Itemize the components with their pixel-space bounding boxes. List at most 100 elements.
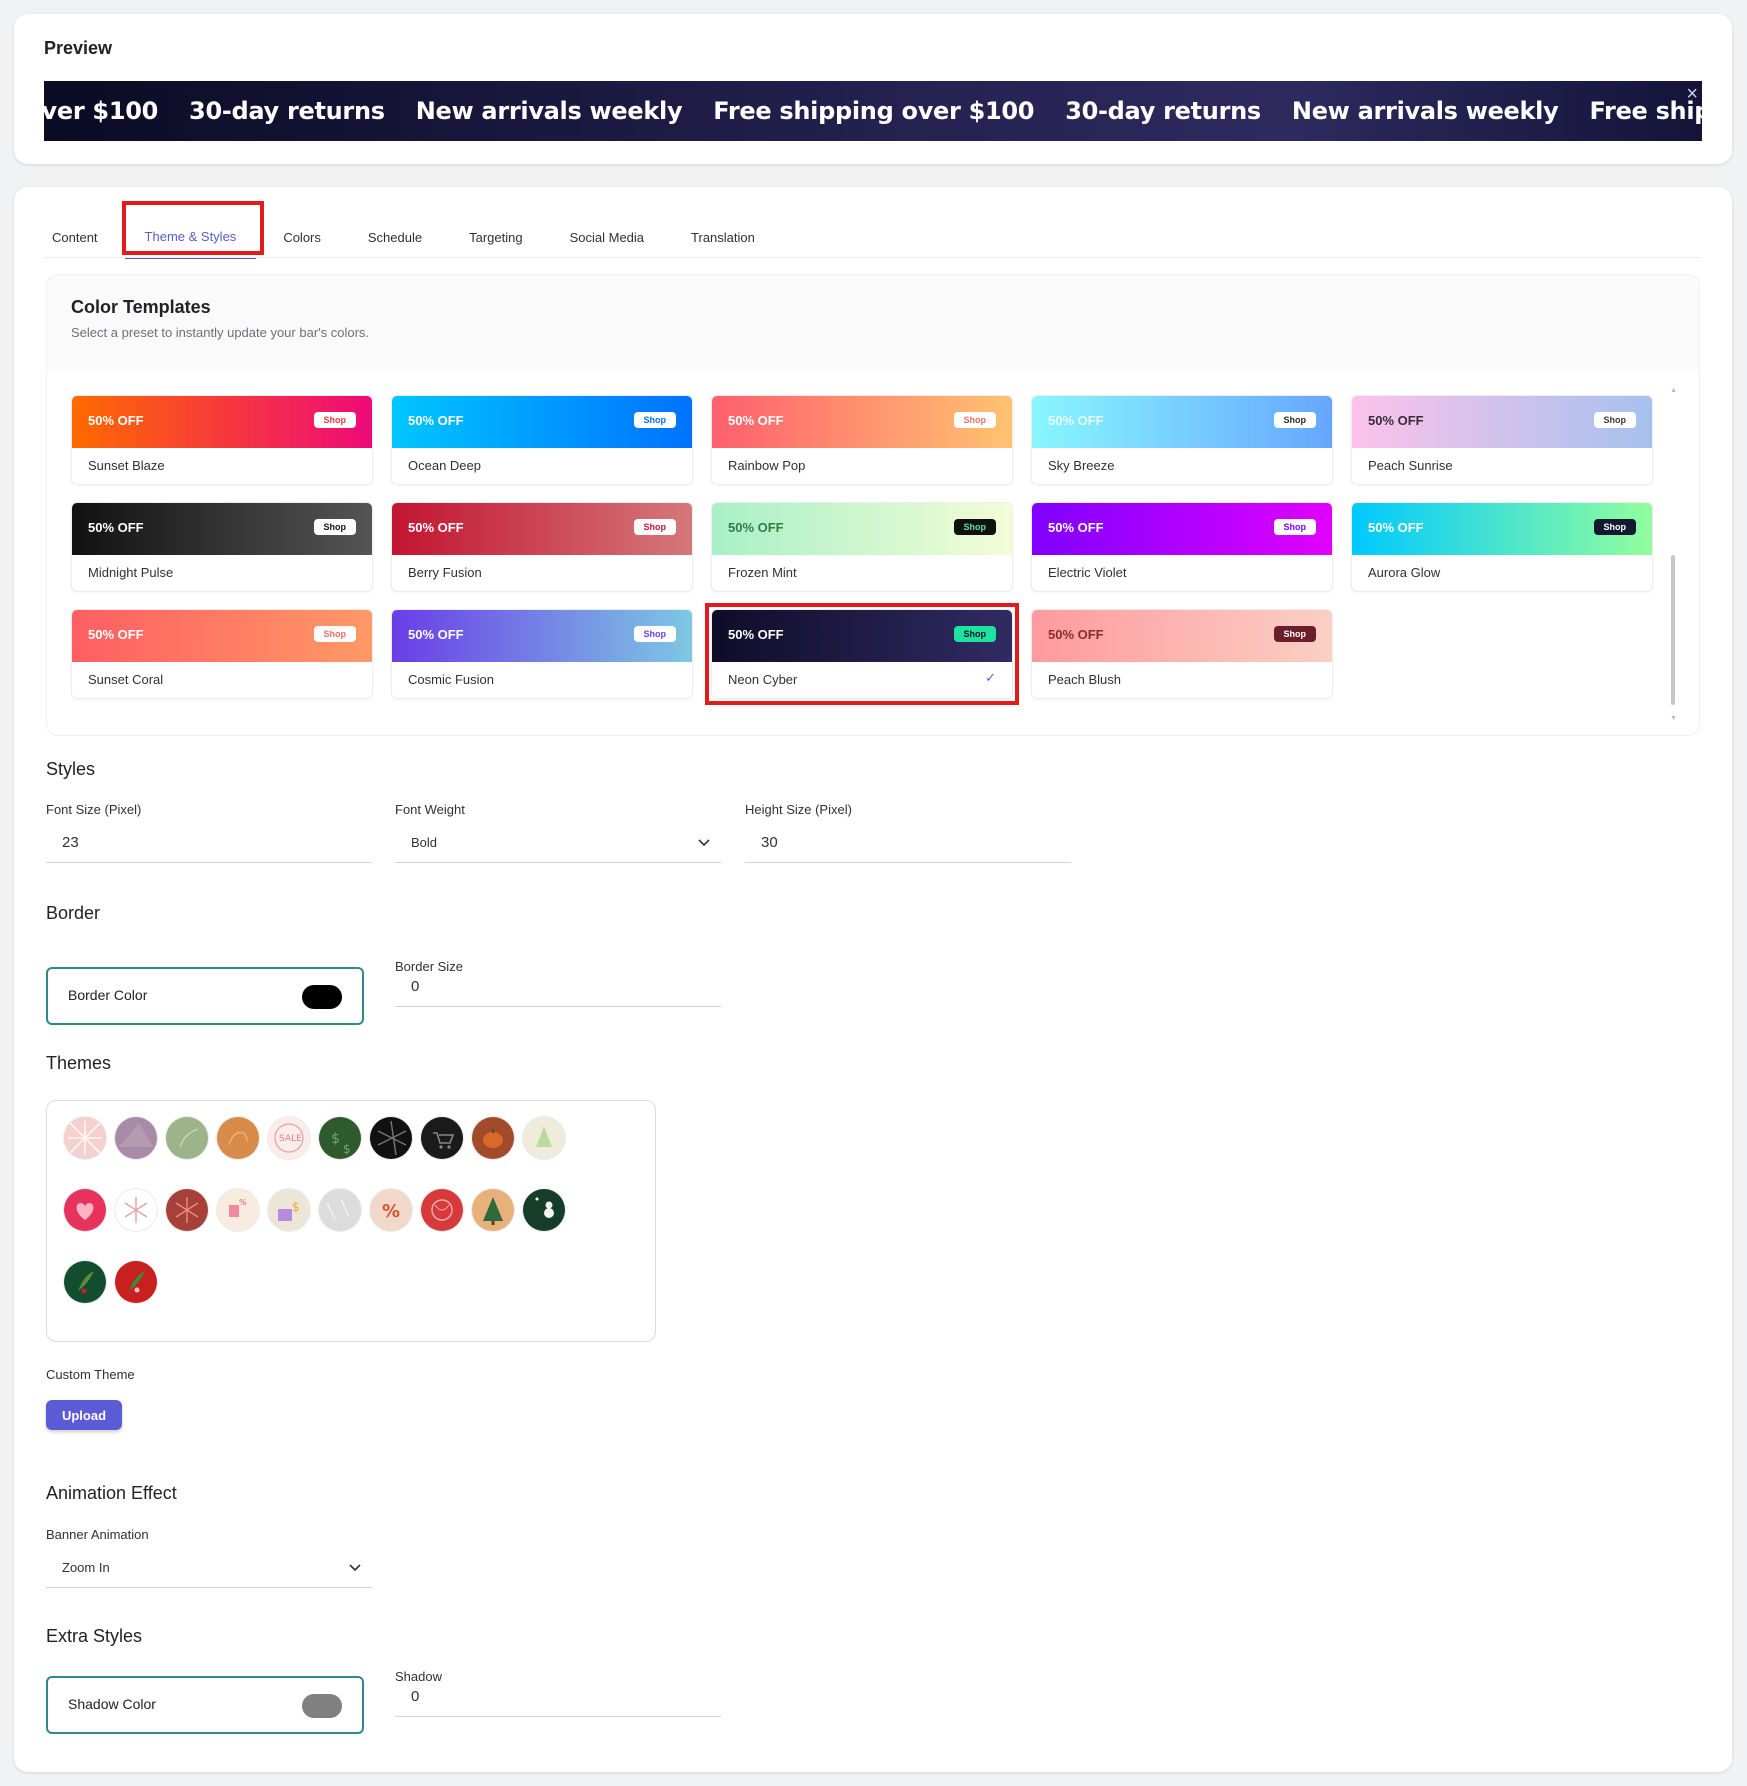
template-swatch: 50% OFF Shop [392,396,692,448]
template-card-aurora-glow[interactable]: 50% OFF Shop Aurora Glow [1351,502,1653,592]
chevron-down-icon [698,839,710,847]
animation-effect-title: Animation Effect [46,1483,177,1503]
banner-animation-value: Zoom In [62,1560,110,1575]
template-card-berry-fusion[interactable]: 50% OFF Shop Berry Fusion [391,502,693,592]
theme-green-leaves-icon[interactable] [166,1117,208,1159]
banner-animation-select[interactable]: Zoom In [46,1548,372,1588]
template-swatch: 50% OFF Shop [392,503,692,555]
upload-button[interactable]: Upload [46,1400,122,1430]
height-size-input[interactable]: 30 [745,823,1071,863]
theme-mauve-shape-icon[interactable] [115,1117,157,1159]
theme-cart-icon[interactable] [421,1117,463,1159]
selected-template-highlight [705,603,1019,705]
template-name: Cosmic Fusion [408,672,494,687]
template-card-midnight-pulse[interactable]: 50% OFF Shop Midnight Pulse [71,502,373,592]
theme-grey-shapes-icon[interactable] [319,1189,361,1231]
font-weight-select[interactable]: Bold [395,823,721,863]
tab-theme-styles[interactable]: Theme & Styles [124,215,257,259]
template-card-peach-sunrise[interactable]: 50% OFF Shop Peach Sunrise [1351,395,1653,485]
shadow-input[interactable]: 0 [395,1677,721,1717]
settings-card: Content Theme & Styles Colors Schedule Targe… [14,187,1732,1772]
template-swatch: 50% OFF Shop [72,503,372,555]
border-size-input[interactable]: 0 [395,967,721,1007]
template-name: Rainbow Pop [728,458,806,473]
scroll-up-icon[interactable]: ▲ [1670,387,1677,394]
shadow-color-picker[interactable]: Shadow Color [46,1676,364,1734]
template-card-electric-violet[interactable]: 50% OFF Shop Electric Violet [1031,502,1333,592]
tab-content[interactable]: Content [32,215,118,259]
svg-text:%: % [239,1198,247,1207]
template-shop-badge: Shop [633,412,676,428]
theme-sale-bags-icon[interactable]: % [217,1189,259,1231]
theme-red-snowflake-icon[interactable] [166,1189,208,1231]
theme-pumpkin-icon[interactable] [472,1117,514,1159]
theme-pink-pattern-icon[interactable] [64,1117,106,1159]
theme-christmas-tree-light-icon[interactable] [523,1117,565,1159]
tab-social-media[interactable]: Social Media [550,215,664,259]
template-card-sunset-coral[interactable]: 50% OFF Shop Sunset Coral [71,609,373,699]
theme-black-star-icon[interactable] [370,1117,412,1159]
template-offer-text: 50% OFF [728,520,784,535]
styles-title: Styles [46,759,96,779]
scroll-down-icon[interactable]: ▼ [1670,715,1677,722]
theme-dollar-signs-icon[interactable]: $ $ [319,1117,361,1159]
theme-snowman-icon[interactable] [523,1189,565,1231]
close-icon[interactable]: × [1686,83,1698,106]
template-shop-badge: Shop [313,626,356,642]
theme-sale-stamp-icon[interactable]: SALE [268,1117,310,1159]
template-name: Peach Sunrise [1368,458,1453,473]
tab-colors[interactable]: Colors [263,215,341,259]
theme-pine-tree-icon[interactable] [472,1189,514,1231]
template-card-frozen-mint[interactable]: 50% OFF Shop Frozen Mint [711,502,1013,592]
template-card-peach-blush[interactable]: 50% OFF Shop Peach Blush [1031,609,1333,699]
shadow-color-swatch [302,1694,342,1718]
template-offer-text: 50% OFF [88,413,144,428]
preview-card: Preview ipping over $100 30-day returns Ne… [14,14,1732,164]
template-name: Sky Breeze [1048,458,1115,473]
announcement-message: Free shipping over $100 [1589,97,1702,125]
template-card-cosmic-fusion[interactable]: 50% OFF Shop Cosmic Fusion [391,609,693,699]
border-color-picker[interactable]: Border Color [46,967,364,1025]
template-card-sunset-blaze[interactable]: 50% OFF Shop Sunset Blaze [71,395,373,485]
chevron-down-icon [349,1564,361,1572]
template-shop-badge: Shop [313,412,356,428]
theme-orange-swirl-icon[interactable] [217,1117,259,1159]
color-templates-header: Color Templates Select a preset to insta… [47,275,1699,371]
theme-holly-red-icon[interactable] [115,1261,157,1303]
template-card-rainbow-pop[interactable]: 50% OFF Shop Rainbow Pop [711,395,1013,485]
template-swatch: 50% OFF Shop [1352,396,1652,448]
template-swatch: 50% OFF Shop [392,610,692,662]
template-name: Berry Fusion [408,565,482,580]
template-shop-badge: Shop [633,519,676,535]
theme-shopping-bag-dollar-icon[interactable]: $ [268,1189,310,1231]
svg-text:SALE: SALE [279,1134,302,1144]
template-offer-text: 50% OFF [1048,413,1104,428]
announcement-bar-preview: ipping over $100 30-day returns New arriva… [44,81,1702,141]
tab-schedule[interactable]: Schedule [348,215,442,259]
theme-snowflake-icon[interactable] [115,1189,157,1231]
tab-targeting[interactable]: Targeting [449,215,542,259]
template-swatch: 50% OFF Shop [72,610,372,662]
tab-translation[interactable]: Translation [671,215,775,259]
theme-red-ornament-icon[interactable] [421,1189,463,1231]
announcement-message: 30-day returns [1065,97,1261,125]
template-swatch: 50% OFF Shop [1032,503,1332,555]
banner-animation-label: Banner Animation [46,1527,149,1542]
template-shop-badge: Shop [1593,412,1636,428]
font-size-input[interactable]: 23 [46,823,372,863]
template-shop-badge: Shop [313,519,356,535]
template-offer-text: 50% OFF [408,627,464,642]
template-shop-badge: Shop [1273,412,1316,428]
tabs-divider [44,257,1702,258]
template-swatch: 50% OFF Shop [72,396,372,448]
template-name: Sunset Coral [88,672,164,687]
templates-scrollbar[interactable] [1671,555,1675,705]
theme-heart-icon[interactable] [64,1189,106,1231]
announcement-message: 30-day returns [189,97,385,125]
height-size-label: Height Size (Pixel) [745,802,852,817]
theme-percent-icon[interactable]: % [370,1189,412,1231]
template-card-ocean-deep[interactable]: 50% OFF Shop Ocean Deep [391,395,693,485]
theme-holly-green-icon[interactable] [64,1261,106,1303]
template-card-sky-breeze[interactable]: 50% OFF Shop Sky Breeze [1031,395,1333,485]
template-shop-badge: Shop [953,519,996,535]
